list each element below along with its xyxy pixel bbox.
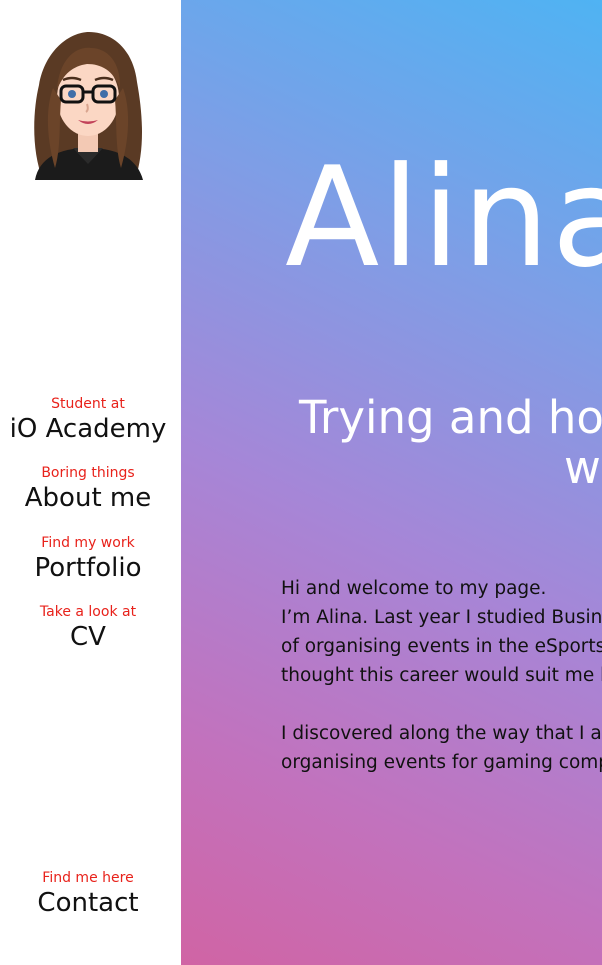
hero-name: Alina bbox=[285, 137, 602, 298]
nav-item-io-academy[interactable]: Student at iO Academy bbox=[0, 396, 176, 444]
nav-item-subtitle: Take a look at bbox=[39, 604, 137, 620]
intro-line: I discovered along the way that I ar bbox=[281, 723, 602, 744]
nav-item-subtitle: Find me here bbox=[42, 870, 134, 886]
nav-item-label: CV bbox=[70, 622, 106, 652]
nav-item-subtitle: Find my work bbox=[41, 535, 135, 551]
intro-line: thought this career would suit me b bbox=[281, 665, 602, 686]
avatar bbox=[25, 30, 151, 180]
avatar-illustration bbox=[34, 32, 143, 180]
nav-item-label: Portfolio bbox=[34, 553, 142, 583]
nav-item-label: Contact bbox=[37, 888, 139, 918]
intro-line: of organising events in the eSports bbox=[281, 636, 602, 657]
nav-item-label: iO Academy bbox=[9, 414, 167, 444]
hero-section: Alina Trying and hop w Hi and welcome to… bbox=[181, 0, 602, 965]
tagline-continued: w bbox=[564, 441, 601, 494]
intro-text: Hi and welcome to my page. I’m Alina. La… bbox=[281, 574, 602, 777]
nav-item-about-me[interactable]: Boring things About me bbox=[0, 465, 176, 513]
intro-line: I’m Alina. Last year I studied Busine bbox=[281, 607, 602, 628]
nav-item-cv[interactable]: Take a look at CV bbox=[0, 604, 176, 652]
tagline: Trying and hop bbox=[299, 391, 602, 444]
nav-item-contact[interactable]: Find me here Contact bbox=[0, 870, 176, 918]
nav-item-portfolio[interactable]: Find my work Portfolio bbox=[0, 535, 176, 583]
sidebar: Student at iO Academy Boring things Abou… bbox=[0, 0, 181, 965]
nav-item-label: About me bbox=[24, 483, 152, 513]
nav-item-subtitle: Student at bbox=[51, 396, 125, 412]
intro-line: organising events for gaming comp bbox=[281, 752, 602, 773]
nav-item-subtitle: Boring things bbox=[41, 465, 135, 481]
intro-line: Hi and welcome to my page. bbox=[281, 578, 547, 599]
